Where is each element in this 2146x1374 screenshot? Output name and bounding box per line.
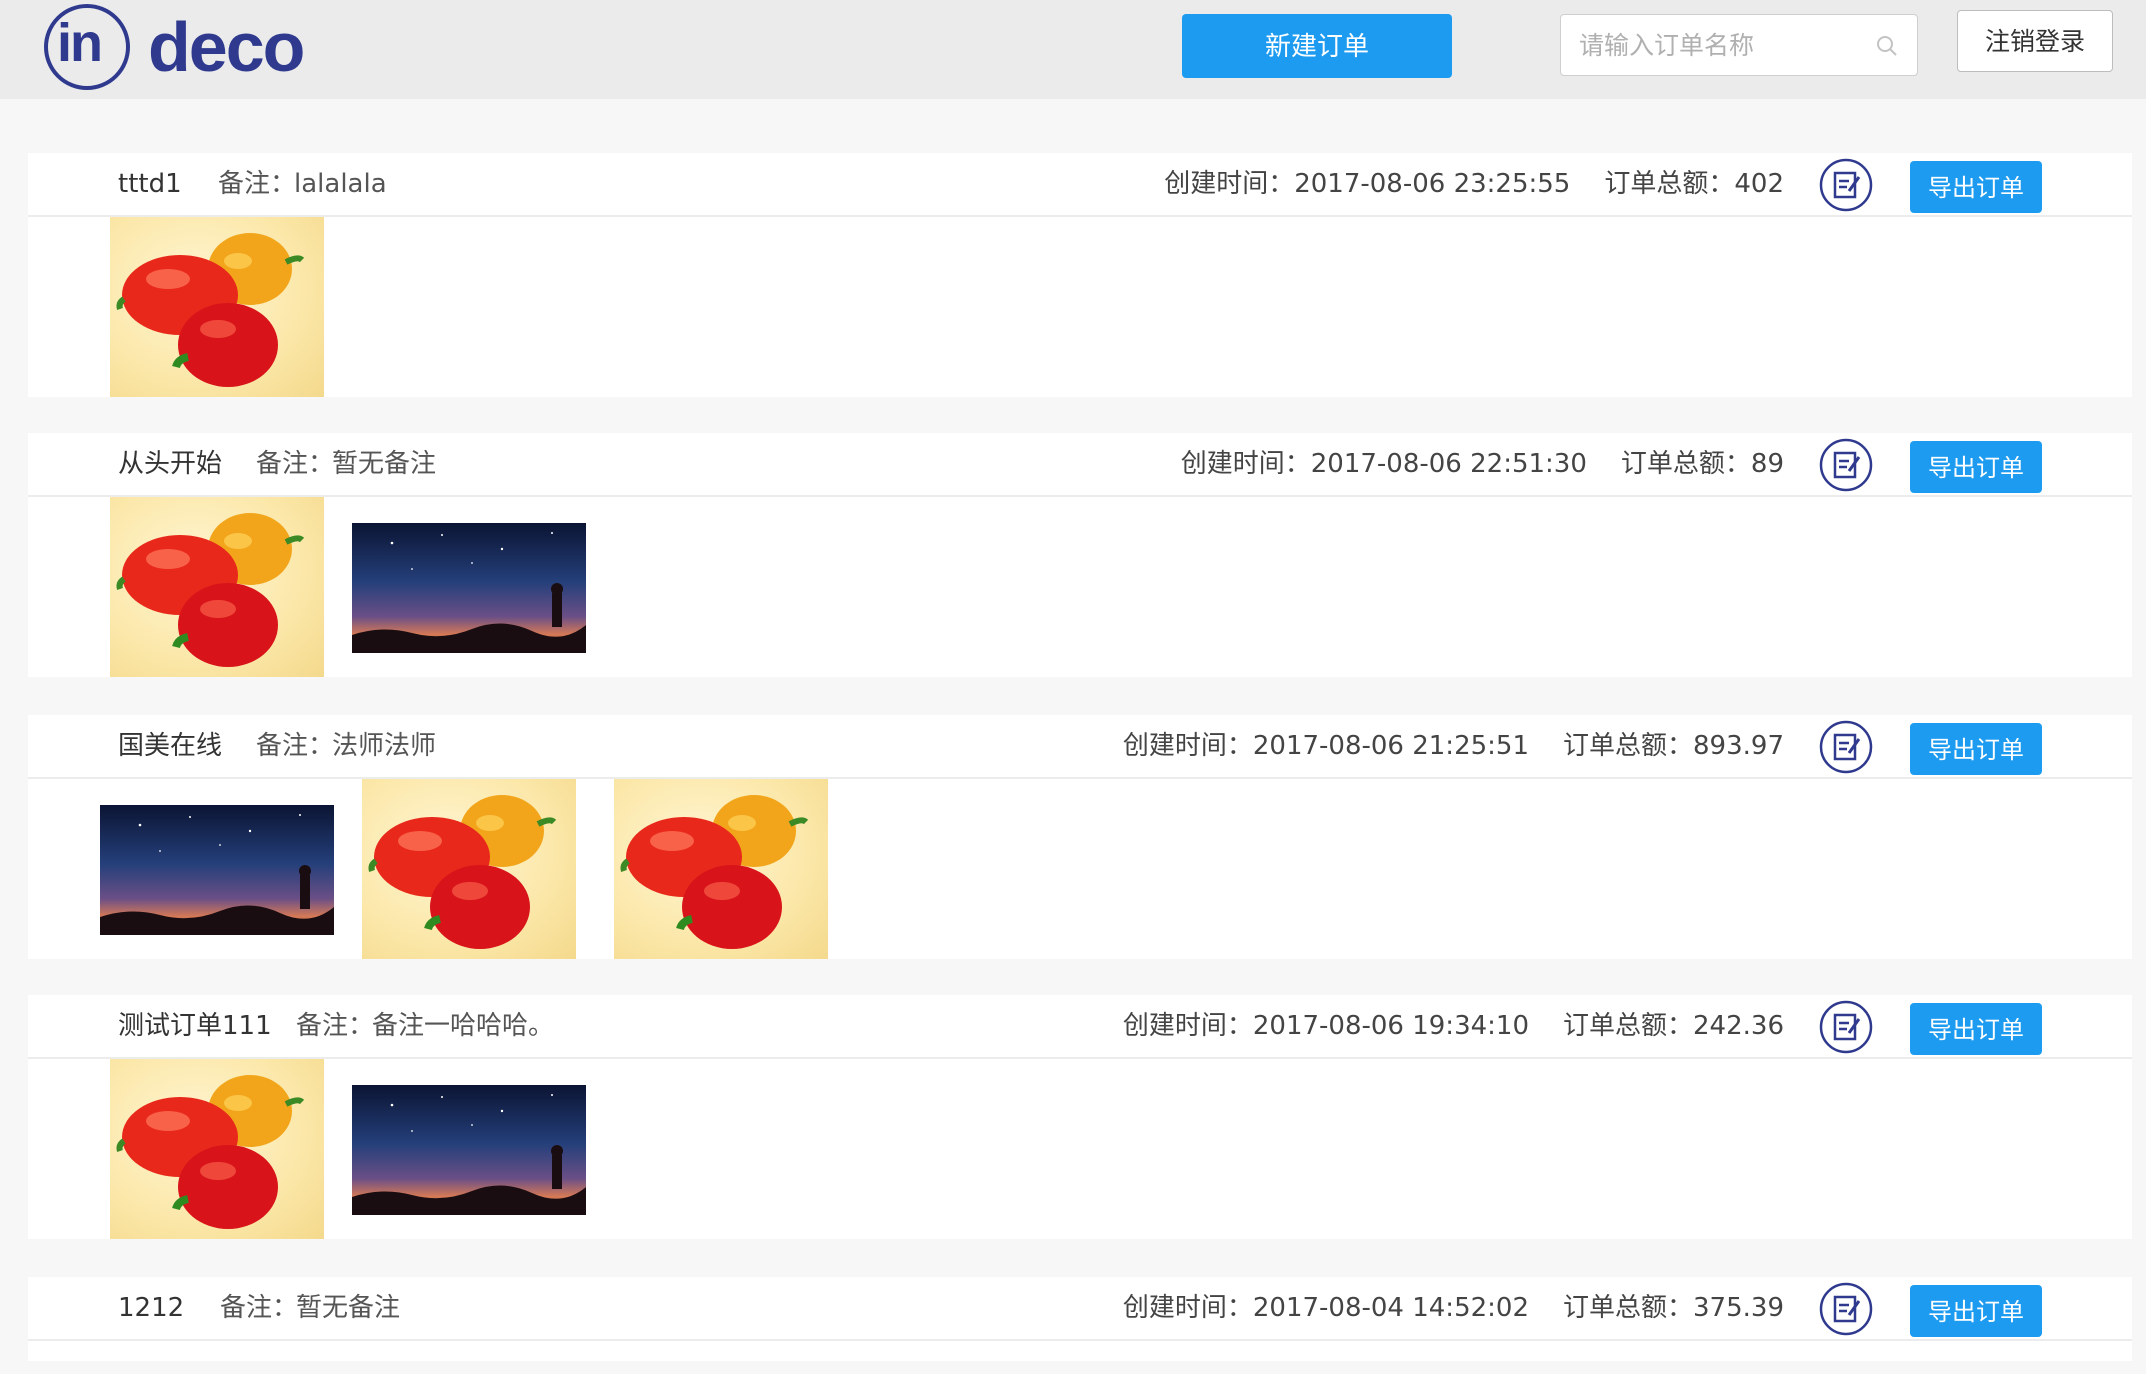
order-total: 89: [1750, 449, 1784, 479]
order-total-label: 订单总额：: [1620, 449, 1751, 479]
order-name[interactable]: 1212: [118, 1277, 184, 1339]
order-note: 法师法师: [332, 731, 437, 761]
order-note-label: 备注：: [296, 1011, 375, 1041]
pepper-image[interactable]: [110, 217, 324, 397]
created-time-label: 创建时间：: [1122, 731, 1253, 761]
order-total-label: 订单总额：: [1563, 1011, 1694, 1041]
created-time-label: 创建时间：: [1122, 1011, 1253, 1041]
order-card: 测试订单111 备注： 备注一哈哈哈。 创建时间：2017-08-06 19:34:1…: [28, 995, 2132, 1239]
search-icon[interactable]: [1875, 34, 1899, 58]
order-note-label: 备注：: [220, 1293, 299, 1323]
export-order-button[interactable]: 导出订单: [1910, 161, 2042, 213]
created-time: 2017-08-04 14:52:02: [1252, 1293, 1529, 1323]
top-header: in deco 新建订单 注销登录: [0, 0, 2146, 99]
order-meta: 创建时间：2017-08-04 14:52:02 订单总额：375.39: [1123, 1277, 1784, 1339]
edit-order-icon[interactable]: [1819, 1000, 1873, 1054]
order-header: 1212 备注： 暂无备注 创建时间：2017-08-04 14:52:02 订单总额：…: [28, 1277, 2132, 1341]
export-order-button[interactable]: 导出订单: [1910, 1003, 2042, 1055]
order-note: lalalala: [294, 169, 387, 199]
pepper-image[interactable]: [110, 1059, 324, 1239]
edit-order-icon[interactable]: [1819, 720, 1873, 774]
indeco-logo[interactable]: in deco: [44, 4, 344, 96]
order-note: 备注一哈哈哈。: [372, 1011, 555, 1041]
order-name[interactable]: tttd1: [118, 153, 182, 215]
created-time: 2017-08-06 21:25:51: [1252, 731, 1529, 761]
created-time-label: 创建时间：: [1122, 1293, 1253, 1323]
order-meta: 创建时间：2017-08-06 22:51:30 订单总额：89: [1181, 433, 1784, 495]
order-total: 893.97: [1693, 731, 1784, 761]
order-total-label: 订单总额：: [1604, 169, 1735, 199]
new-order-button[interactable]: 新建订单: [1182, 14, 1452, 78]
order-thumbnails: [28, 217, 2132, 397]
order-meta: 创建时间：2017-08-06 21:25:51 订单总额：893.97: [1123, 715, 1784, 777]
created-time: 2017-08-06 19:34:10: [1252, 1011, 1529, 1041]
export-order-button[interactable]: 导出订单: [1910, 723, 2042, 775]
order-header: 测试订单111 备注： 备注一哈哈哈。 创建时间：2017-08-06 19:34:1…: [28, 995, 2132, 1059]
export-order-button[interactable]: 导出订单: [1910, 1285, 2042, 1337]
search-input[interactable]: [1561, 15, 1879, 75]
order-meta: 创建时间：2017-08-06 19:34:10 订单总额：242.36: [1123, 995, 1784, 1057]
order-total-label: 订单总额：: [1563, 731, 1694, 761]
order-note-label: 备注：: [256, 449, 335, 479]
order-header: 国美在线 备注： 法师法师 创建时间：2017-08-06 21:25:51 订单总额：…: [28, 715, 2132, 779]
edit-order-icon[interactable]: [1819, 158, 1873, 212]
order-meta: 创建时间：2017-08-06 23:25:55 订单总额：402: [1164, 153, 1784, 215]
order-header: tttd1 备注： lalalala 创建时间：2017-08-06 23:25:55…: [28, 153, 2132, 217]
order-card: 国美在线 备注： 法师法师 创建时间：2017-08-06 21:25:51 订单总额：…: [28, 715, 2132, 959]
created-time: 2017-08-06 23:25:55: [1294, 169, 1571, 199]
created-time-label: 创建时间：: [1180, 449, 1311, 479]
night-sky-image[interactable]: [100, 805, 334, 935]
logo-in-text: in: [57, 13, 103, 73]
order-card: 1212 备注： 暂无备注 创建时间：2017-08-04 14:52:02 订单总额：…: [28, 1277, 2132, 1361]
order-total: 402: [1734, 169, 1784, 199]
order-header: 从头开始 备注： 暂无备注 创建时间：2017-08-06 22:51:30 订单总额：…: [28, 433, 2132, 497]
order-note-label: 备注：: [256, 731, 335, 761]
order-thumbnails: [28, 497, 2132, 677]
night-sky-image[interactable]: [352, 1085, 586, 1215]
order-note-label: 备注：: [218, 169, 297, 199]
order-thumbnails: [28, 1341, 2132, 1361]
order-total-label: 订单总额：: [1563, 1293, 1694, 1323]
order-note: 暂无备注: [332, 449, 437, 479]
order-thumbnails: [28, 779, 2132, 959]
edit-order-icon[interactable]: [1819, 1282, 1873, 1336]
pepper-image[interactable]: [362, 779, 576, 959]
pepper-image[interactable]: [110, 497, 324, 677]
order-name[interactable]: 从头开始: [118, 433, 222, 495]
created-time: 2017-08-06 22:51:30: [1310, 449, 1587, 479]
export-order-button[interactable]: 导出订单: [1910, 441, 2042, 493]
night-sky-image[interactable]: [352, 523, 586, 653]
order-card: tttd1 备注： lalalala 创建时间：2017-08-06 23:25:55…: [28, 153, 2132, 397]
order-name[interactable]: 测试订单111: [118, 995, 272, 1057]
order-note: 暂无备注: [296, 1293, 401, 1323]
order-thumbnails: [28, 1059, 2132, 1239]
created-time-label: 创建时间：: [1164, 169, 1295, 199]
logo-deco-text: deco: [148, 8, 305, 86]
order-total: 375.39: [1693, 1293, 1784, 1323]
logout-button[interactable]: 注销登录: [1957, 10, 2113, 72]
order-name[interactable]: 国美在线: [118, 715, 222, 777]
edit-order-icon[interactable]: [1819, 438, 1873, 492]
search-box: [1560, 14, 1918, 76]
order-total: 242.36: [1693, 1011, 1784, 1041]
order-card: 从头开始 备注： 暂无备注 创建时间：2017-08-06 22:51:30 订单总额：…: [28, 433, 2132, 677]
pepper-image[interactable]: [614, 779, 828, 959]
